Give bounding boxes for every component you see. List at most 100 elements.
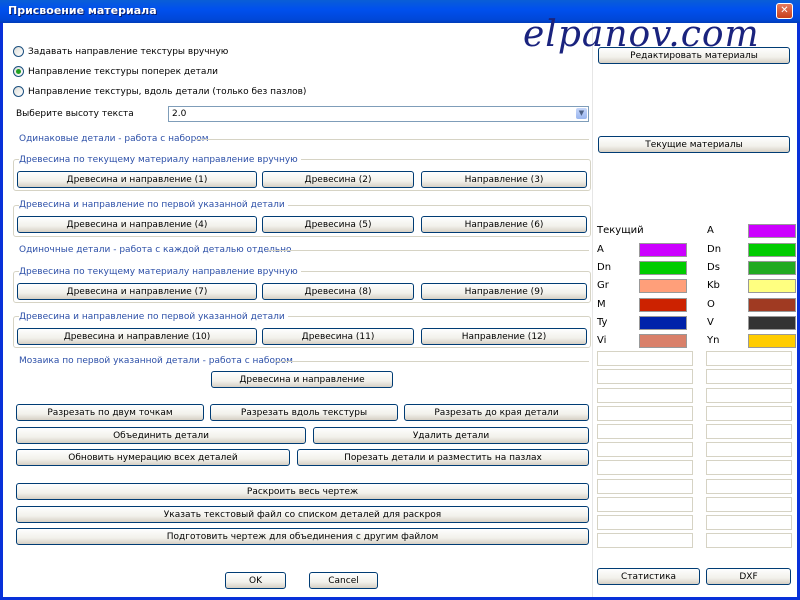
direction-6-button[interactable]: Направление (6)	[421, 216, 587, 233]
material-swatch[interactable]	[748, 279, 796, 294]
current-materials-button[interactable]: Текущие материалы	[598, 136, 790, 153]
cancel-button[interactable]: Cancel	[309, 572, 378, 589]
radio-indicator	[13, 86, 24, 97]
material-code: Kb	[707, 280, 720, 292]
cut-along-texture-button[interactable]: Разрезать вдоль текстуры	[210, 404, 398, 421]
empty-material-slot[interactable]	[597, 387, 693, 403]
empty-material-slot[interactable]	[597, 515, 693, 530]
group-title-1: Древесина по текущему материалу направле…	[19, 155, 301, 165]
empty-material-slot[interactable]	[706, 533, 792, 549]
radio-across-part[interactable]: Направление текстуры поперек детали	[13, 66, 218, 77]
material-code: Vi	[597, 335, 607, 346]
empty-material-slot[interactable]	[706, 478, 792, 494]
text-height-select[interactable]: 2.0 ▼	[168, 106, 589, 122]
empty-material-slot[interactable]	[597, 351, 693, 367]
wood-and-direction-4-button[interactable]: Древесина и направление (4)	[17, 216, 257, 233]
section-single-parts: Одиночные детали - работа с каждой детал…	[19, 245, 292, 255]
empty-material-slot[interactable]	[706, 351, 792, 367]
material-swatch[interactable]	[748, 261, 796, 276]
material-code: Dn	[707, 244, 722, 255]
material-swatch[interactable]	[639, 261, 687, 276]
divider	[195, 139, 589, 140]
empty-material-slot[interactable]	[597, 496, 693, 512]
empty-material-slot[interactable]	[706, 496, 792, 512]
material-swatch[interactable]	[639, 315, 687, 330]
current-material-code: A	[707, 225, 714, 236]
nest-whole-drawing-button[interactable]: Раскроить весь чертеж	[16, 483, 589, 500]
empty-material-slot[interactable]	[597, 478, 693, 494]
select-text-file-button[interactable]: Указать текстовый файл со списком детале…	[16, 506, 589, 523]
material-code: O	[707, 298, 715, 310]
merge-parts-button[interactable]: Объединить детали	[16, 427, 306, 444]
divider	[267, 250, 589, 251]
material-swatch[interactable]	[748, 243, 796, 257]
material-swatch[interactable]	[748, 297, 796, 312]
material-swatch[interactable]	[748, 315, 796, 330]
radio-label: Направление текстуры, вдоль детали (толь…	[28, 86, 307, 97]
current-material-label: Текущий	[597, 225, 644, 236]
materials-panel: Редактировать материалы Текущие материал…	[592, 23, 797, 597]
empty-material-slot[interactable]	[706, 369, 792, 385]
empty-material-slot[interactable]	[706, 515, 792, 530]
material-code: Gr	[597, 280, 609, 292]
material-swatch[interactable]	[639, 279, 687, 294]
wood-2-button[interactable]: Древесина (2)	[262, 171, 414, 188]
watermark-logo: elpanov.com	[523, 14, 760, 55]
section-same-parts: Одинаковые детали - работа с набором	[19, 134, 209, 144]
direction-12-button[interactable]: Направление (12)	[421, 328, 587, 345]
cut-and-place-puzzles-button[interactable]: Порезать детали и разместить на пазлах	[297, 449, 589, 466]
wood-and-direction-7-button[interactable]: Древесина и направление (7)	[17, 283, 257, 300]
client-area: Задавать направление текстуры вручную На…	[3, 23, 797, 597]
window-title: Присвоение материала	[8, 4, 157, 17]
empty-material-slot[interactable]	[597, 533, 693, 549]
ok-button[interactable]: OK	[225, 572, 286, 589]
radio-indicator	[13, 46, 24, 57]
empty-material-slot[interactable]	[597, 460, 693, 476]
empty-material-slot[interactable]	[706, 387, 792, 403]
statistics-button[interactable]: Статистика	[597, 568, 700, 585]
wood-8-button[interactable]: Древесина (8)	[262, 283, 414, 300]
material-code: Ty	[597, 316, 608, 328]
material-swatch[interactable]	[748, 334, 796, 348]
close-button[interactable]: ✕	[776, 3, 793, 19]
empty-material-slot[interactable]	[706, 460, 792, 476]
mosaic-wood-direction-button[interactable]: Древесина и направление	[211, 371, 393, 388]
radio-manual-direction[interactable]: Задавать направление текстуры вручную	[13, 46, 228, 57]
group-title-4: Древесина и направление по первой указан…	[19, 312, 288, 322]
radio-along-part[interactable]: Направление текстуры, вдоль детали (толь…	[13, 86, 306, 97]
section-mosaic: Мозаика по первой указанной детали - раб…	[19, 356, 293, 366]
empty-material-slot[interactable]	[706, 424, 792, 439]
empty-material-slot[interactable]	[597, 442, 693, 458]
direction-3-button[interactable]: Направление (3)	[421, 171, 587, 188]
empty-material-slot[interactable]	[597, 424, 693, 439]
wood-11-button[interactable]: Древесина (11)	[262, 328, 414, 345]
material-swatch[interactable]	[639, 243, 687, 257]
radio-indicator-checked	[13, 66, 24, 77]
wood-and-direction-10-button[interactable]: Древесина и направление (10)	[17, 328, 257, 345]
direction-9-button[interactable]: Направление (9)	[421, 283, 587, 300]
wood-and-direction-1-button[interactable]: Древесина и направление (1)	[17, 171, 257, 188]
material-code: Dn	[597, 262, 612, 274]
text-height-value: 2.0	[172, 109, 187, 119]
material-code: Ds	[707, 262, 720, 274]
empty-material-slot[interactable]	[706, 442, 792, 458]
dxf-button[interactable]: DXF	[706, 568, 791, 585]
wood-5-button[interactable]: Древесина (5)	[262, 216, 414, 233]
empty-material-slot[interactable]	[706, 405, 792, 421]
material-swatch[interactable]	[639, 297, 687, 312]
cut-to-edge-button[interactable]: Разрезать до края детали	[404, 404, 589, 421]
chevron-down-icon[interactable]: ▼	[576, 108, 587, 119]
material-code: V	[707, 316, 714, 328]
empty-material-slot[interactable]	[597, 405, 693, 421]
material-code: A	[597, 244, 604, 255]
current-material-swatch	[748, 224, 796, 238]
delete-parts-button[interactable]: Удалить детали	[313, 427, 589, 444]
renumber-parts-button[interactable]: Обновить нумерацию всех деталей	[16, 449, 290, 466]
empty-material-slot[interactable]	[597, 369, 693, 385]
material-code: M	[597, 298, 606, 310]
material-swatch[interactable]	[639, 334, 687, 348]
radio-label: Направление текстуры поперек детали	[28, 66, 219, 77]
prepare-drawing-merge-button[interactable]: Подготовить чертеж для объединения с дру…	[16, 528, 589, 545]
cut-two-points-button[interactable]: Разрезать по двум точкам	[16, 404, 204, 421]
radio-label: Задавать направление текстуры вручную	[28, 46, 229, 57]
